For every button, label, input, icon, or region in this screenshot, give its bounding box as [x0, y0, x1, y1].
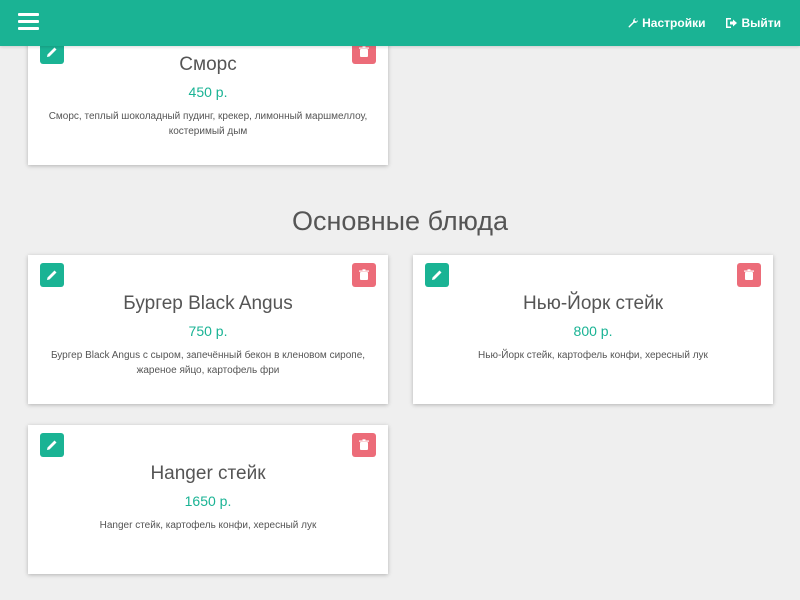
edit-button[interactable]: [425, 263, 449, 287]
item-price: 1650 р.: [184, 493, 232, 509]
wrench-icon: [628, 18, 639, 28]
description-line: Бургер Black Angus с сыром, запечённый б…: [50, 350, 366, 361]
menu-item-card: Бургер Black Angus 750 р. Бургер Black A…: [28, 255, 388, 404]
edit-button[interactable]: [40, 263, 64, 287]
delete-button[interactable]: [352, 433, 376, 457]
delete-button[interactable]: [737, 263, 761, 287]
item-description: Hanger стейк, картофель конфи, хересный …: [28, 518, 388, 533]
item-price: 450 р.: [188, 84, 228, 100]
hamburger-icon[interactable]: [18, 13, 40, 33]
item-description: Бургер Black Angus с сыром, запечённый б…: [28, 348, 388, 378]
delete-button[interactable]: [352, 263, 376, 287]
top-navbar: Настройки Выйти: [0, 0, 800, 46]
item-description: Сморс, теплый шоколадный пудинг, крекер,…: [28, 109, 388, 139]
settings-link[interactable]: Настройки: [627, 16, 705, 30]
description-line: Hanger стейк, картофель конфи, хересный …: [99, 520, 317, 531]
description-line: костеримый дым: [168, 126, 248, 137]
pencil-icon: [47, 270, 57, 280]
item-price: 750 р.: [188, 323, 228, 339]
item-title: Бургер Black Angus: [123, 293, 293, 314]
trash-icon: [359, 439, 369, 450]
description-line: Нью-Йорк стейк, картофель конфи, хересны…: [478, 350, 708, 361]
item-title: Hanger стейк: [150, 463, 266, 484]
description-line: Сморс, теплый шоколадный пудинг, крекер,…: [48, 111, 368, 122]
menu-item-card: Нью-Йорк стейк 800 р. Нью-Йорк стейк, ка…: [413, 255, 773, 404]
edit-button[interactable]: [40, 433, 64, 457]
pencil-icon: [47, 440, 57, 450]
settings-label: Настройки: [642, 16, 706, 30]
logout-label: Выйти: [741, 16, 781, 30]
section-title: Основные блюда: [291, 206, 509, 236]
trash-icon: [744, 269, 754, 280]
trash-icon: [359, 269, 369, 280]
menu-item-card: Hanger стейк 1650 р. Hanger стейк, карто…: [28, 425, 388, 574]
pencil-icon: [432, 270, 442, 280]
item-title: Сморс: [179, 54, 237, 75]
nav-actions: Настройки Выйти: [607, 0, 781, 46]
item-title: Нью-Йорк стейк: [522, 293, 664, 314]
description-line: жареное яйцо, картофель фри: [136, 365, 280, 376]
item-price: 800 р.: [573, 323, 613, 339]
item-description: Нью-Йорк стейк, картофель конфи, хересны…: [413, 348, 773, 363]
pencil-icon: [47, 47, 57, 57]
trash-icon: [359, 46, 369, 57]
logout-link[interactable]: Выйти: [725, 16, 781, 30]
sign-out-icon: [726, 18, 738, 28]
